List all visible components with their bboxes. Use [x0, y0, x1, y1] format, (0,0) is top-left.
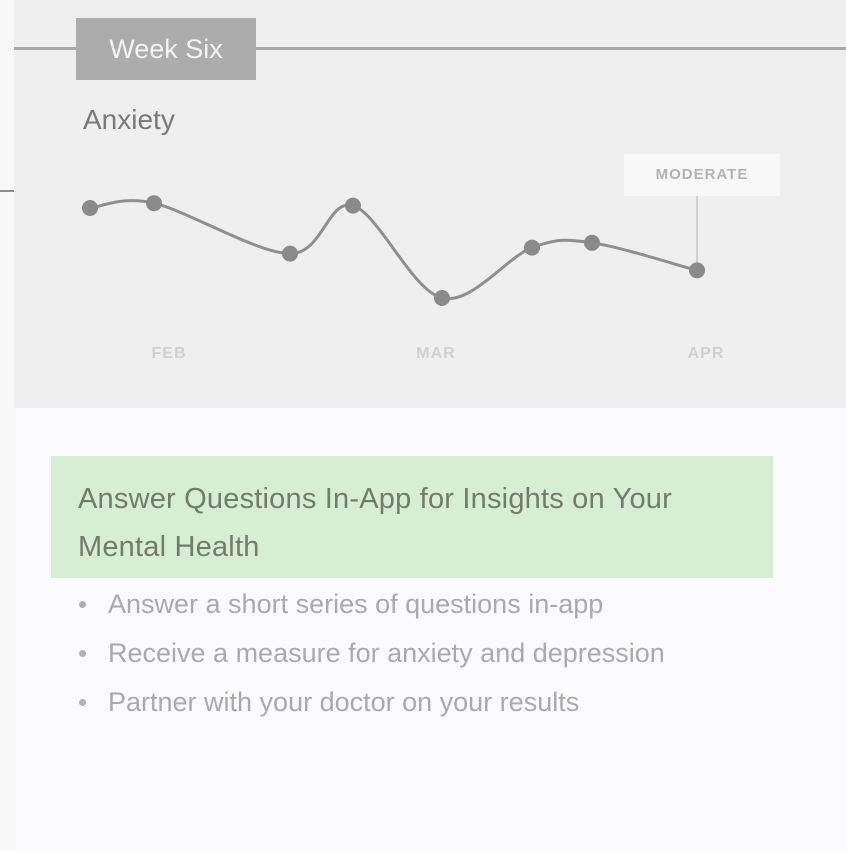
anxiety-data-point[interactable]	[434, 290, 450, 306]
x-axis-label: APR	[688, 345, 725, 362]
anxiety-trend-line	[88, 199, 699, 301]
x-axis-label: FEB	[152, 345, 187, 362]
anxiety-data-point[interactable]	[82, 200, 98, 216]
x-axis-labels: FEB MAR APR	[152, 345, 725, 362]
anxiety-data-point[interactable]	[524, 239, 540, 256]
chart-layer	[82, 195, 705, 306]
anxiety-data-point[interactable]	[345, 197, 361, 214]
feature-bullet: Receive a measure for anxiety and depres…	[78, 629, 768, 678]
feature-bullet-list: Answer a short series of questions in-ap…	[78, 580, 768, 727]
feature-headline: Answer Questions In-App for Insights on …	[78, 483, 672, 563]
x-axis-label: MAR	[416, 345, 455, 362]
anxiety-data-point[interactable]	[146, 195, 162, 212]
anxiety-data-point[interactable]	[584, 234, 600, 251]
anxiety-data-point[interactable]	[689, 262, 705, 279]
anxiety-data-point[interactable]	[282, 245, 298, 262]
screen: Week Six Anxiety FEB MAR APR MODERATE Answ…	[0, 0, 846, 851]
feature-bullet: Answer a short series of questions in-ap…	[78, 580, 768, 629]
feature-bullet: Partner with your doctor on your results	[78, 678, 768, 727]
moderate-badge: MODERATE	[624, 154, 780, 196]
anxiety-chart: FEB MAR APR	[82, 195, 725, 362]
